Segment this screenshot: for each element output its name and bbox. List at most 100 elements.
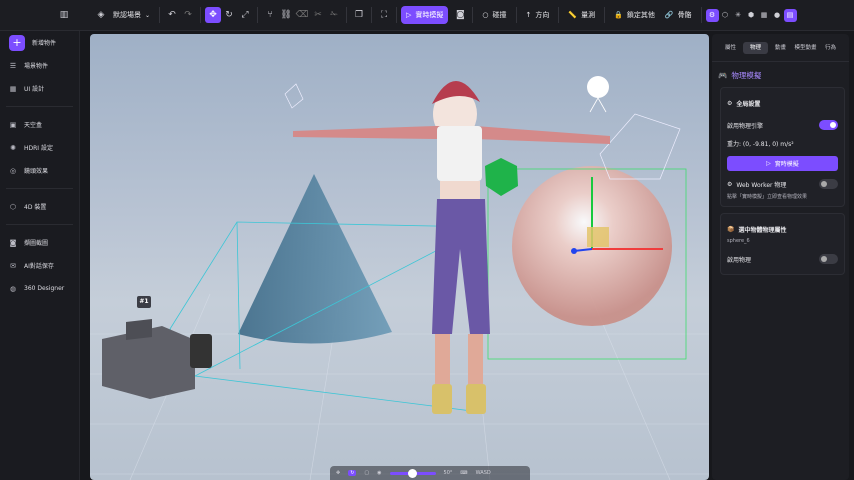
simulate-button-label: 實時模擬 bbox=[774, 161, 799, 168]
branch-icon[interactable]: ⑂ bbox=[262, 7, 278, 23]
measure-button[interactable]: 📏 量測 bbox=[563, 6, 600, 24]
redo-icon[interactable]: ↷ bbox=[180, 7, 196, 23]
sidebar-item-360-designer[interactable]: ◍ 360 Designer bbox=[0, 277, 79, 300]
scene-label: 默認場景 bbox=[113, 11, 141, 19]
sphere-object[interactable] bbox=[487, 166, 687, 360]
panel-tabs: 屬性 物理 動畫 模型動畫 行為 bbox=[712, 34, 849, 62]
cube-icon[interactable]: ⬡ bbox=[719, 7, 732, 23]
divider bbox=[200, 7, 202, 23]
lock-others-button[interactable]: 🔒 鎖定其他 bbox=[609, 6, 660, 24]
physics-engine-toggle[interactable] bbox=[819, 120, 838, 130]
sidebar-item-label: 新增物件 bbox=[32, 40, 57, 47]
frame-icon[interactable]: ▢ bbox=[364, 470, 369, 476]
direction-label: 方向 bbox=[535, 11, 550, 19]
simulate-toolbar-button[interactable]: ▷ 實時模擬 bbox=[401, 6, 449, 24]
copy-icon[interactable]: ❐ bbox=[351, 7, 367, 23]
link-icon[interactable]: ⛓ bbox=[278, 7, 294, 23]
bones-button[interactable]: 🔗 骨骼 bbox=[660, 6, 697, 24]
sidebar-item-scene-objects[interactable]: ☰ 場景物件 bbox=[0, 54, 79, 77]
scene-selector[interactable]: ◈ 默認場景 ⌄ bbox=[88, 6, 155, 24]
divider bbox=[515, 7, 517, 23]
physics-engine-row: 啟用物理引擎 bbox=[727, 116, 838, 134]
light-object[interactable] bbox=[587, 76, 609, 113]
sidebar-item-label: HDRI 設定 bbox=[24, 145, 53, 152]
tab-animation[interactable]: 動畫 bbox=[768, 42, 793, 54]
selected-object-card: 📦 選中物體物理屬性 sphere_6 啟用物理 bbox=[720, 213, 845, 275]
bone-icon: 🔗 bbox=[664, 11, 674, 19]
sidebar-item-label: 360 Designer bbox=[24, 285, 65, 292]
cut-icon[interactable]: ✁ bbox=[326, 7, 342, 23]
dot-icon[interactable]: ● bbox=[771, 7, 784, 23]
rotate-icon[interactable]: ↻ bbox=[348, 470, 357, 476]
focus-icon[interactable]: ⛶ bbox=[376, 7, 392, 23]
ruler-icon: 📏 bbox=[568, 11, 578, 19]
lock-icon: 🔒 bbox=[614, 11, 623, 19]
divider bbox=[257, 7, 259, 23]
fov-slider[interactable] bbox=[389, 468, 436, 478]
scissors-icon[interactable]: ✂ bbox=[310, 7, 326, 23]
sidebar-item-ai-chat[interactable]: ✉ AI對話保存 bbox=[0, 254, 79, 277]
enable-physics-toggle[interactable] bbox=[819, 254, 838, 264]
divider bbox=[6, 106, 73, 107]
cone-object[interactable] bbox=[238, 174, 392, 344]
sidebar-item-label: 鏡頭效果 bbox=[24, 168, 49, 175]
camera-icon: ◙ bbox=[9, 238, 17, 247]
camera-tag: #1 bbox=[137, 296, 151, 308]
web-worker-row: ⚙ Web Worker 物理 bbox=[727, 175, 838, 193]
undo-icon[interactable]: ↶ bbox=[164, 7, 180, 23]
rotate-tool-icon[interactable]: ↻ bbox=[221, 7, 237, 23]
simulate-button[interactable]: ▷ 實時模擬 bbox=[727, 156, 838, 171]
worker-icon: ⚙ bbox=[727, 180, 733, 188]
fov-value: 50° bbox=[443, 470, 453, 476]
gamepad-icon: 🎮 bbox=[718, 71, 728, 80]
physics-engine-label: 啟用物理引擎 bbox=[727, 122, 764, 130]
keyboard-icon[interactable]: ⌨ bbox=[460, 470, 467, 476]
divider bbox=[346, 7, 348, 23]
sidebar-item-label: 場景物件 bbox=[24, 63, 49, 70]
camera-icon[interactable]: ◙ bbox=[452, 7, 468, 23]
tab-behavior[interactable]: 行為 bbox=[818, 42, 843, 54]
lens-icon: ◎ bbox=[9, 166, 17, 175]
settings-icon[interactable]: ⚙ bbox=[705, 8, 719, 22]
divider bbox=[604, 7, 606, 23]
sidebar-toggle-icon[interactable]: ▥ bbox=[56, 7, 72, 23]
properties-panel: 屬性 物理 動畫 模型動畫 行為 🎮 物理模擬 ⚙ 全局設置 啟用物理引擎 重力… bbox=[712, 34, 849, 480]
sidebar-item-4d-device[interactable]: ⬡ 4D 裝置 bbox=[0, 195, 79, 218]
sidebar-item-hdri[interactable]: ✺ HDRI 設定 bbox=[0, 136, 79, 159]
tab-model-animation[interactable]: 模型動畫 bbox=[793, 42, 818, 54]
eye-icon[interactable]: ◉ bbox=[377, 470, 381, 476]
sidebar-item-lens[interactable]: ◎ 鏡頭效果 bbox=[0, 159, 79, 182]
globe-icon: ◍ bbox=[9, 284, 17, 293]
hexagon-object[interactable] bbox=[485, 158, 518, 196]
slider-handle[interactable] bbox=[407, 468, 417, 478]
3d-viewport[interactable]: #1 bbox=[90, 34, 709, 480]
web-worker-toggle[interactable] bbox=[819, 179, 838, 189]
direction-button[interactable]: ↑ 方向 bbox=[521, 6, 555, 24]
tab-physics[interactable]: 物理 bbox=[743, 41, 768, 54]
move-icon[interactable]: ✥ bbox=[336, 470, 340, 476]
sidebar-toggle-area: ▥ bbox=[0, 0, 80, 31]
top-toolbar: ▥ ◈ 默認場景 ⌄ ↶ ↷ ✥ ↻ ⤢ ⑂ ⛓ ⌫ ✂ ✁ ❐ ⛶ ▷ 實時模… bbox=[0, 0, 854, 31]
chevron-down-icon: ⌄ bbox=[145, 11, 151, 19]
divider bbox=[371, 7, 373, 23]
global-settings-card: ⚙ 全局設置 啟用物理引擎 重力: (0, -9.81, 0) m/s² ▷ 實… bbox=[720, 87, 845, 207]
panel-toggle-icon[interactable]: ▤ bbox=[783, 8, 797, 22]
scale-tool-icon[interactable]: ⤢ bbox=[237, 7, 253, 23]
collision-button[interactable]: ○ 碰撞 bbox=[477, 6, 511, 24]
grid-icon[interactable]: ▦ bbox=[758, 7, 771, 23]
global-settings-header: ⚙ 全局設置 bbox=[727, 94, 838, 112]
eraser-icon[interactable]: ⌫ bbox=[294, 7, 310, 23]
hexagon-icon[interactable]: ⬢ bbox=[745, 7, 758, 23]
sun-icon[interactable]: ✳ bbox=[732, 7, 745, 23]
sidebar-item-new-object[interactable]: + 新增物件 bbox=[0, 31, 79, 54]
sidebar-item-skybox[interactable]: ▣ 天空盒 bbox=[0, 113, 79, 136]
sidebar-item-ui-design[interactable]: ▦ UI 設計 bbox=[0, 77, 79, 100]
tab-properties[interactable]: 屬性 bbox=[718, 42, 743, 54]
list-icon: ☰ bbox=[9, 61, 17, 70]
divider bbox=[700, 7, 702, 23]
left-sidebar: + 新增物件 ☰ 場景物件 ▦ UI 設計 ▣ 天空盒 ✺ HDRI 設定 ◎ … bbox=[0, 31, 80, 480]
grid-icon: ▦ bbox=[9, 84, 17, 93]
sidebar-item-screenshot[interactable]: ◙ 擷圖截圖 bbox=[0, 231, 79, 254]
camera-object[interactable] bbox=[102, 319, 212, 399]
move-tool-icon[interactable]: ✥ bbox=[205, 7, 222, 23]
